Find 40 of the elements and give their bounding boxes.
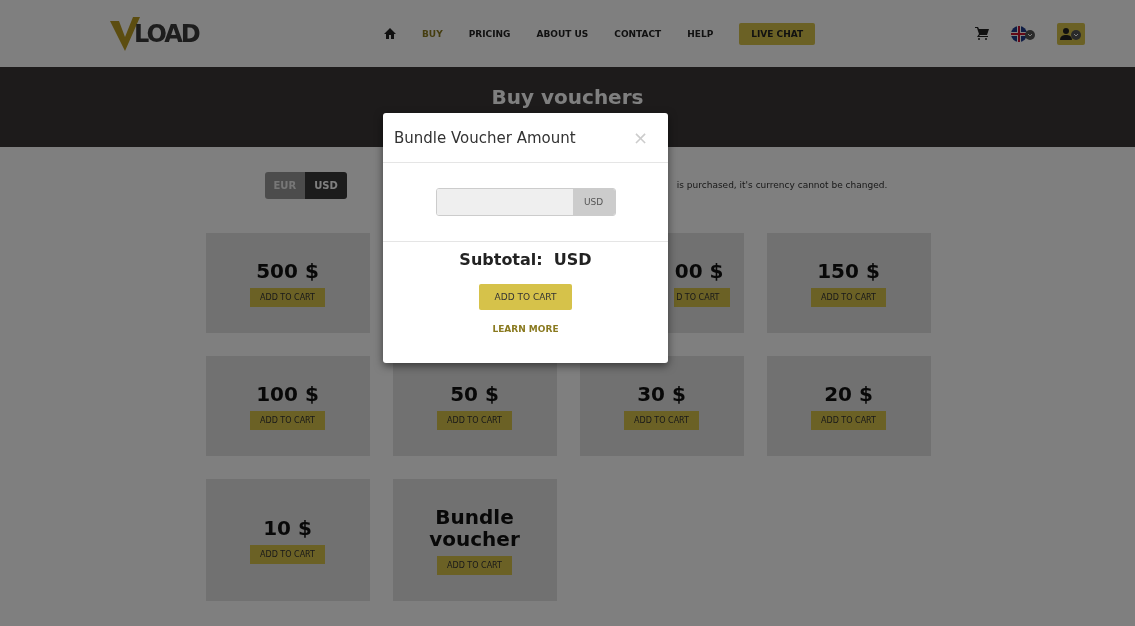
add-to-cart-button[interactable]: D TO CART (674, 287, 730, 307)
add-to-cart-button[interactable]: ADD TO CART (624, 410, 699, 430)
add-to-cart-button[interactable]: ADD TO CART (250, 544, 325, 564)
close-button[interactable]: × (632, 127, 648, 148)
amount-input-field[interactable]: USD (435, 188, 616, 216)
voucher-amount: 100 $ (256, 382, 319, 405)
currency-addon: USD (572, 189, 615, 215)
page-title: Buy vouchers (491, 85, 644, 109)
live-chat-button[interactable]: LIVE CHAT (739, 22, 816, 45)
currency-notice: is purchased, it's currency cannot be changed. (676, 180, 888, 190)
nav-link[interactable]: CONTACT (614, 28, 662, 39)
user-icon (1060, 26, 1082, 41)
add-to-cart-button[interactable]: ADD TO CART (811, 287, 886, 307)
add-to-cart-button[interactable]: ADD TO CART (478, 284, 573, 310)
add-to-cart-button[interactable]: ADD TO CART (811, 410, 886, 430)
nav-link[interactable]: HELP (687, 28, 714, 39)
voucher-amount: 20 $ (824, 382, 873, 405)
nav-link[interactable]: BUY (422, 28, 443, 39)
flag-dropdown-icon[interactable] (1011, 25, 1035, 42)
learn-more-link[interactable]: LEARN MORE (492, 324, 559, 334)
currency-toggle[interactable]: USD (305, 171, 347, 199)
add-to-cart-button[interactable]: ADD TO CART (250, 287, 325, 307)
add-to-cart-button[interactable]: ADD TO CART (250, 410, 325, 430)
voucher-amount: 50 $ (450, 382, 499, 405)
voucher-amount: 500 $ (256, 259, 319, 282)
add-to-cart-button[interactable]: ADD TO CART (437, 555, 512, 575)
logo[interactable]: LOAD (110, 16, 370, 51)
nav-link[interactable]: ABOUT US (536, 28, 589, 39)
nav-link[interactable]: PRICING (468, 28, 511, 39)
account-button[interactable] (1057, 22, 1085, 45)
home-icon[interactable] (384, 28, 396, 39)
subtotal-text: Subtotal: USD (459, 250, 592, 269)
voucher-amount: 150 $ (817, 259, 880, 282)
add-to-cart-button[interactable]: ADD TO CART (437, 410, 512, 430)
voucher-amount: Bundle voucher (428, 505, 521, 550)
voucher-amount: 10 $ (263, 516, 312, 539)
voucher-amount: 00 $ (674, 259, 724, 282)
dialog-title: Bundle Voucher Amount (394, 128, 576, 147)
voucher-amount: 30 $ (637, 382, 686, 405)
cart-icon[interactable] (975, 27, 989, 40)
